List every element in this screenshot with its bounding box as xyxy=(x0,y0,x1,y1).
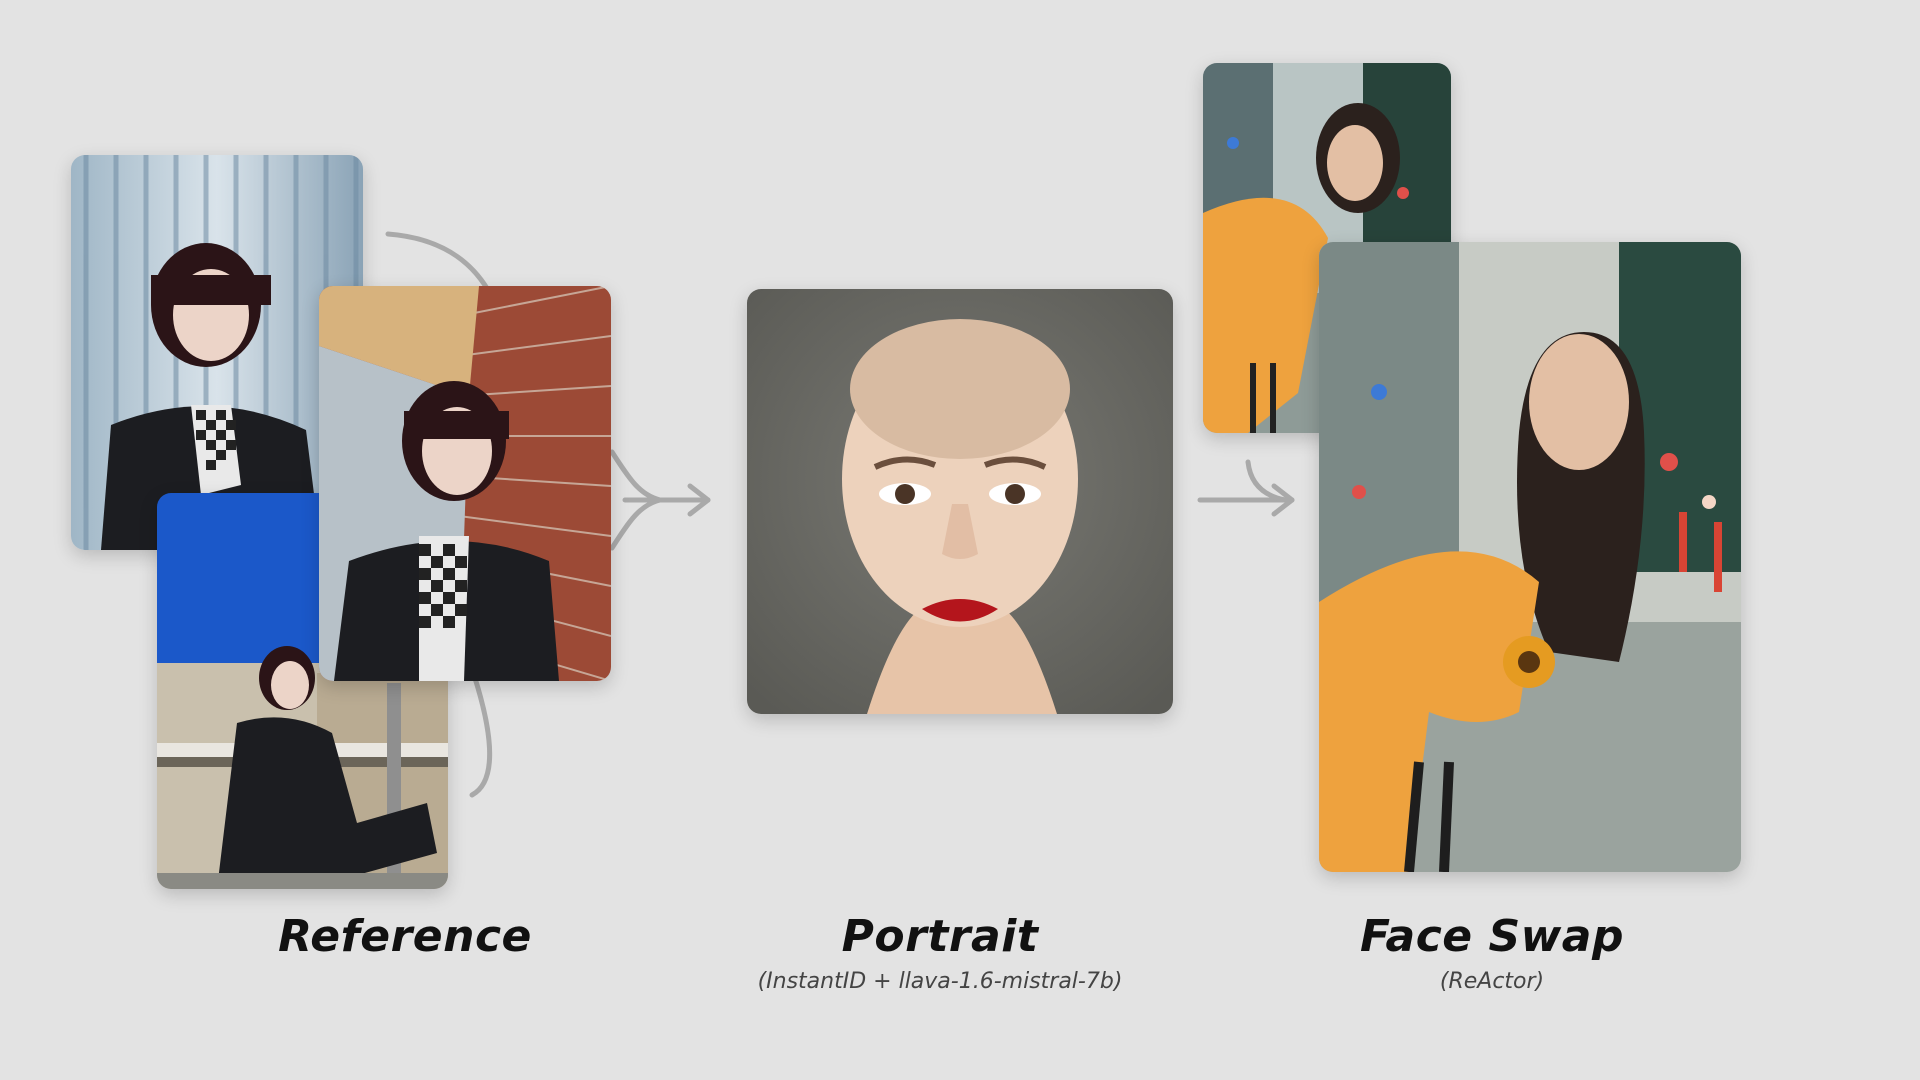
stage-title-portrait: Portrait xyxy=(841,911,1039,962)
face-swap-result-photo xyxy=(1319,242,1741,872)
portrait-output-photo xyxy=(747,289,1173,714)
merge-curve-bottom xyxy=(609,497,663,551)
stage-subtitle-face-swap: (ReActor) xyxy=(1439,969,1545,994)
connector-curve-bottom xyxy=(469,672,493,798)
merge-curve-top xyxy=(609,449,663,503)
arrow-head-1 xyxy=(687,483,711,517)
connector-curve-top xyxy=(385,231,491,293)
arrow-head-2 xyxy=(1271,483,1295,517)
arrow-faceswap-curve xyxy=(1245,459,1288,503)
stage-label-portrait: Portrait (InstantID + llava-1.6-mistral-… xyxy=(690,911,1190,995)
stage-subtitle-portrait: (InstantID + llava-1.6-mistral-7b) xyxy=(757,969,1123,994)
reference-photo-brick-wall xyxy=(319,286,611,681)
stage-title-face-swap: Face Swap xyxy=(1360,911,1624,962)
stage-title-reference: Reference xyxy=(278,911,532,962)
stage-label-face-swap: Face Swap (ReActor) xyxy=(1242,911,1742,995)
stage-label-reference: Reference xyxy=(155,915,655,959)
